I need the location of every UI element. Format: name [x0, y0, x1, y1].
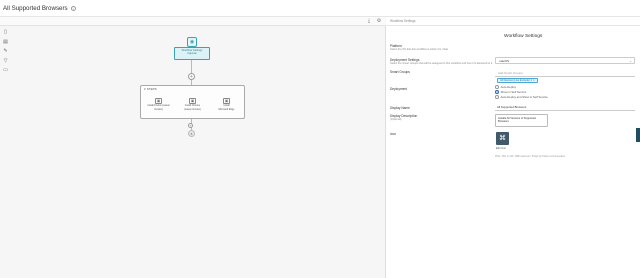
filter-icon[interactable]: ▽ [2, 58, 9, 65]
pen-icon[interactable]: ✎ [2, 48, 9, 55]
display-description-optional: (Optional) [390, 118, 402, 121]
steps-group[interactable]: ≡STEPS ▣ Install Firefox (Latest Version… [140, 85, 245, 119]
trigger-icon[interactable]: ◉ [187, 37, 197, 47]
title-bar: All Supported Browsers i [0, 0, 640, 17]
display-name-field[interactable]: All Supported Browsers [495, 104, 635, 111]
platform-value: macOS [499, 59, 510, 63]
page-title: All Supported Browsers [3, 4, 68, 12]
end-node: ● [188, 130, 195, 137]
radio-button[interactable] [495, 85, 499, 89]
icon-hint: PNG, JPG or GIF. 1MB maximum. 512px by 5… [495, 155, 566, 158]
smart-group-tag[interactable]: All Devices (Live Exclude) 1× [497, 78, 538, 83]
radio-button-selected[interactable] [495, 90, 499, 94]
trigger-node-sublabel: Capsule [187, 52, 197, 56]
smart-group-tag-label: All Devices (Live Exclude) 1 [500, 79, 533, 82]
download-icon[interactable]: ⤓ [366, 18, 372, 24]
panel-heading: Workflow Settings [504, 34, 543, 39]
deployment-settings-help: Select the Smart Groups that will be ass… [390, 62, 493, 65]
trigger-node[interactable]: Workflow Settings Capsule [174, 47, 210, 60]
smart-groups-input[interactable]: Add Smart Groups [495, 70, 635, 77]
connector [191, 60, 192, 73]
left-toolbar: ▯ ▤ ✎ ▽ ▭ [2, 29, 10, 77]
settings-panel: Workflow Settings Workflow Settings Plat… [387, 17, 640, 278]
step-install-firefox[interactable]: ▣ Install Firefox (Latest Version) [147, 98, 170, 114]
workflow-canvas[interactable]: ⤓ ⚙ ▯ ▤ ✎ ▽ ▭ ◉ Workflow Settings Capsul… [0, 17, 386, 278]
close-icon[interactable]: × [533, 79, 535, 82]
copy-icon[interactable]: ▤ [2, 39, 9, 46]
add-step-button[interactable]: + [188, 73, 195, 80]
breadcrumb: Workflow Settings [390, 19, 416, 23]
info-icon[interactable]: i [70, 5, 76, 11]
edit-icon-link[interactable]: Edit Icon [496, 147, 506, 150]
step-sublabel: Microsoft Edge [218, 107, 235, 111]
step-install-chrome[interactable]: ▣ Install Chrome (Latest Version) [181, 98, 204, 114]
smart-groups-label: Smart Groups [390, 70, 410, 74]
step-sublabel: (Latest Version) [184, 107, 201, 111]
deployment-label: Deployment [390, 87, 408, 91]
steps-group-label: ≡STEPS [144, 87, 157, 91]
step-sublabel: Version) [154, 107, 163, 111]
settings-icon[interactable]: ⚙ [376, 18, 382, 24]
platform-select[interactable]: macOS ⌄ [495, 57, 635, 64]
display-description-field[interactable]: Installs All Versions of Supported Brows… [495, 114, 548, 127]
side-panel-tab[interactable] [636, 128, 640, 142]
steps-icon: ≡ [144, 87, 146, 91]
platform-help: Select the OS that this workflow is writ… [390, 48, 449, 51]
display-name-label: Display Name [390, 106, 410, 110]
add-step-button[interactable]: + [188, 123, 193, 128]
file-icon[interactable]: ▯ [2, 29, 9, 36]
chevron-down-icon: ⌄ [629, 59, 632, 63]
workflow-app-icon[interactable]: ⌘ [496, 132, 509, 145]
radio-button[interactable] [495, 95, 499, 99]
panel-breadcrumb-bar: Workflow Settings [387, 17, 640, 26]
folder-icon[interactable]: ▭ [2, 67, 9, 74]
step-install-edge[interactable]: ▣ Install Microsoft Edge [215, 98, 238, 114]
radio-auto-deploy-and-self-service[interactable]: Auto-Deploy and Show in Self Service [495, 95, 548, 99]
icon-label: Icon [390, 132, 397, 136]
radio-self-service[interactable]: Show in Self Service [495, 90, 526, 94]
canvas-toolbar: ⤓ ⚙ [0, 17, 386, 26]
radio-auto-deploy[interactable]: Auto-Deploy [495, 85, 516, 89]
